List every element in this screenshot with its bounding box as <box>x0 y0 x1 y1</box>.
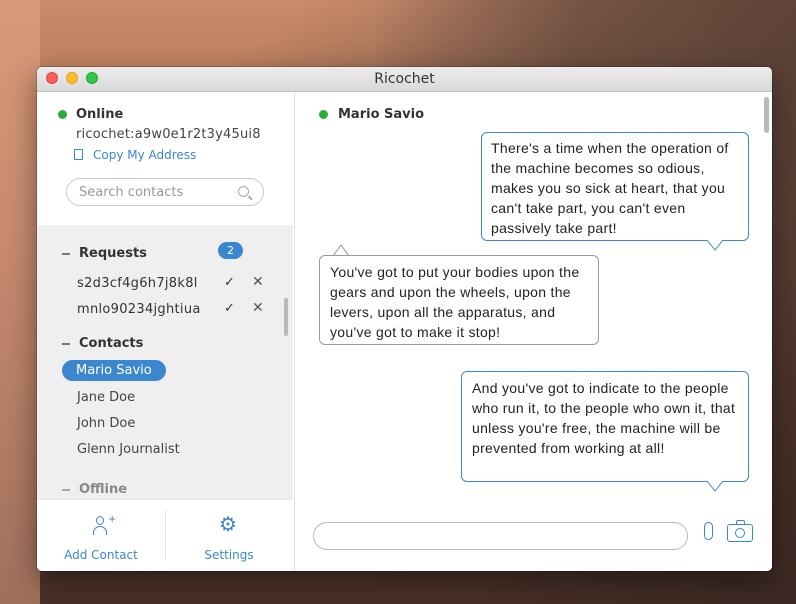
message-text: You've got to put your bodies upon the g… <box>330 264 580 340</box>
conversation-title: Mario Savio <box>338 107 425 122</box>
chat-scrollbar[interactable] <box>764 97 769 133</box>
desktop-wallpaper-left <box>0 0 40 604</box>
reject-request-button[interactable]: ✕ <box>252 300 264 316</box>
offline-label: Offline <box>79 482 128 497</box>
status-label: Online <box>76 107 124 122</box>
gear-icon: ⚙ <box>219 512 237 536</box>
identity-panel: Online ricochet:a9w0e1r2t3y45ui8 Copy My… <box>37 92 293 225</box>
contact-online-dot <box>319 110 328 119</box>
contact-item-jane-doe[interactable]: Jane Doe <box>77 390 135 405</box>
add-contact-label: Add Contact <box>64 548 138 562</box>
title-bar[interactable]: Ricochet <box>37 67 772 92</box>
bubble-tail <box>707 481 723 492</box>
request-item[interactable]: mnlo90234jghtiua <box>77 302 201 317</box>
collapse-icon <box>62 342 70 345</box>
message-text: And you've got to indicate to the people… <box>472 380 736 456</box>
contact-item-john-doe[interactable]: John Doe <box>77 416 135 431</box>
window-title: Ricochet <box>374 71 435 87</box>
requests-label: Requests <box>79 246 147 261</box>
paperclip-icon[interactable] <box>704 522 713 540</box>
collapse-icon <box>62 252 70 255</box>
copy-address-link[interactable]: Copy My Address <box>74 148 197 162</box>
settings-button[interactable]: ⚙ Settings <box>165 500 293 571</box>
settings-label: Settings <box>204 548 254 562</box>
requests-count-badge: 2 <box>218 242 243 259</box>
sidebar-scrollbar[interactable] <box>284 298 288 336</box>
search-placeholder: Search contacts <box>79 185 184 200</box>
search-field[interactable]: Search contacts <box>66 178 264 206</box>
reject-request-button[interactable]: ✕ <box>252 274 264 290</box>
add-contact-button[interactable]: + Add Contact <box>37 500 165 571</box>
collapse-icon <box>62 488 70 491</box>
zoom-window-button[interactable] <box>86 72 98 84</box>
close-window-button[interactable] <box>46 72 58 84</box>
requests-header[interactable]: Requests <box>62 246 147 261</box>
conversation-panel: Mario Savio There's a time when the oper… <box>294 92 772 571</box>
minimize-window-button[interactable] <box>66 72 78 84</box>
document-icon <box>74 149 83 160</box>
message-bubble-incoming[interactable]: You've got to put your bodies upon the g… <box>319 255 599 345</box>
contact-item-mario-savio[interactable]: Mario Savio <box>62 360 166 381</box>
accept-request-button[interactable]: ✓ <box>224 275 235 290</box>
online-status-dot <box>58 110 67 119</box>
sidebar-toolbar: + Add Contact ⚙ Settings <box>37 499 293 571</box>
copy-address-label: Copy My Address <box>93 148 197 162</box>
ricochet-address: ricochet:a9w0e1r2t3y45ui8 <box>76 127 261 142</box>
contact-item-glenn-journalist[interactable]: Glenn Journalist <box>77 442 180 457</box>
ricochet-window: Ricochet Online ricochet:a9w0e1r2t3y45ui… <box>37 67 772 571</box>
message-input[interactable] <box>313 522 688 550</box>
bubble-tail <box>707 240 723 251</box>
user-plus-icon: + <box>93 514 116 536</box>
contacts-label: Contacts <box>79 336 144 351</box>
offline-header[interactable]: Offline <box>62 482 127 497</box>
message-text: There's a time when the operation of the… <box>491 140 729 236</box>
contacts-header[interactable]: Contacts <box>62 336 143 351</box>
request-item[interactable]: s2d3cf4g6h7j8k8l <box>77 276 198 291</box>
search-icon[interactable] <box>238 186 249 197</box>
sidebar: Online ricochet:a9w0e1r2t3y45ui8 Copy My… <box>37 92 293 571</box>
camera-icon[interactable] <box>727 520 753 542</box>
accept-request-button[interactable]: ✓ <box>224 301 235 316</box>
message-bubble-outgoing[interactable]: And you've got to indicate to the people… <box>461 371 749 482</box>
message-bubble-outgoing[interactable]: There's a time when the operation of the… <box>481 132 749 241</box>
contact-list: Requests 2 s2d3cf4g6h7j8k8l ✓ ✕ mnlo9023… <box>37 225 293 499</box>
